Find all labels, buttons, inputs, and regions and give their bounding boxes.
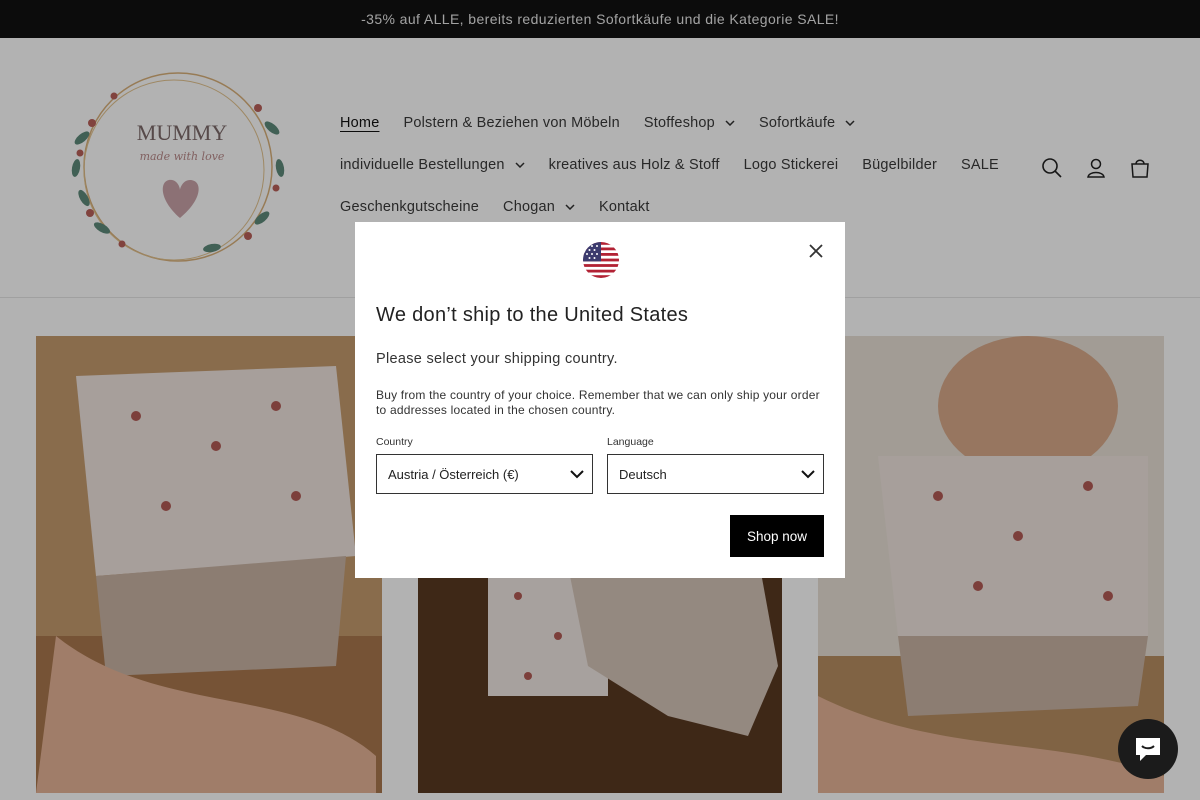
language-field: Language Deutsch <box>607 436 824 494</box>
modal-subtitle: Please select your shipping country. <box>376 351 618 367</box>
country-value: Austria / Österreich (€) <box>388 466 519 482</box>
modal-title: We don’t ship to the United States <box>376 304 689 326</box>
language-value: Deutsch <box>619 466 667 482</box>
close-icon[interactable] <box>807 242 825 260</box>
shipping-country-modal: We don’t ship to the United States Pleas… <box>355 222 845 578</box>
modal-description: Buy from the country of your choice. Rem… <box>376 388 820 417</box>
language-label: Language <box>607 436 654 448</box>
chevron-down-icon <box>801 469 815 478</box>
chat-bubble-icon <box>1136 738 1160 761</box>
shop-now-button[interactable]: Shop now <box>730 515 824 557</box>
country-field: Country Austria / Österreich (€) <box>376 436 593 494</box>
chat-button[interactable] <box>1118 719 1178 779</box>
us-flag-icon <box>583 242 619 278</box>
chevron-down-icon <box>570 469 584 478</box>
country-label: Country <box>376 436 413 448</box>
country-select[interactable]: Austria / Österreich (€) <box>376 454 593 494</box>
language-select[interactable]: Deutsch <box>607 454 824 494</box>
